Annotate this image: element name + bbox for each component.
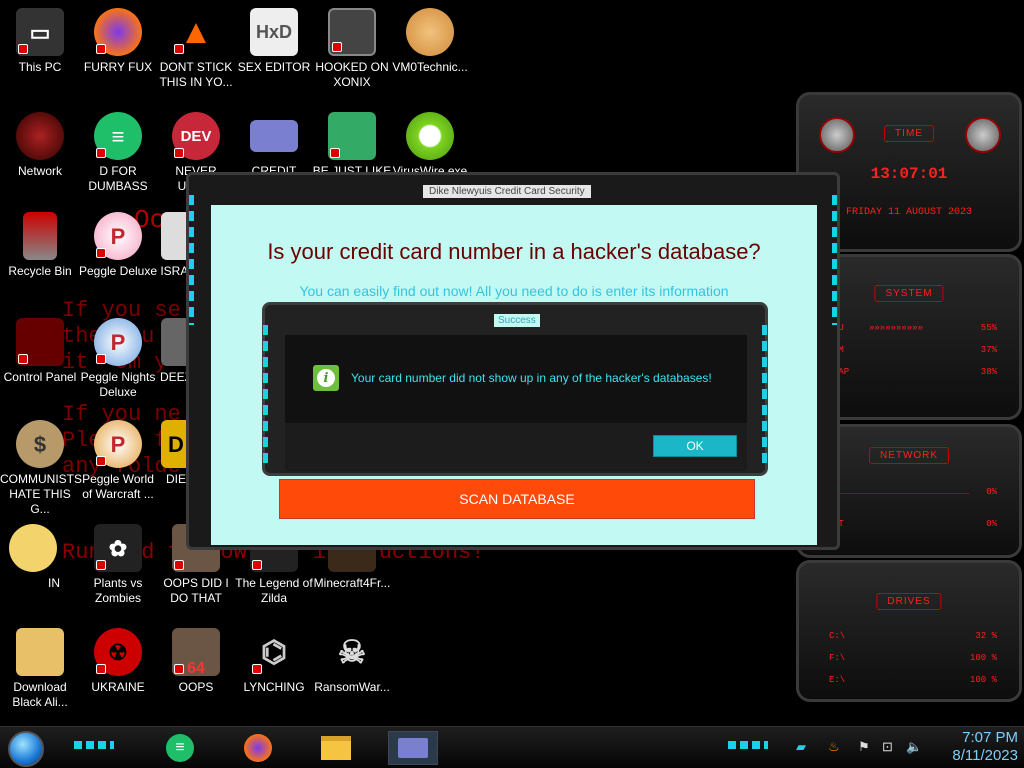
taskbar-credit-card-app[interactable]: [388, 731, 438, 765]
desktop-icon-this-pc[interactable]: ▭ This PC: [0, 8, 80, 75]
show-desktop-icon[interactable]: ▰: [796, 739, 806, 755]
taskbar-green-chat-app[interactable]: ≡: [162, 731, 198, 765]
time-gadget-title: TIME: [884, 125, 934, 142]
peggle-icon: P: [94, 212, 142, 260]
dialog-title: Success: [494, 314, 540, 327]
alien-icon: [819, 117, 855, 153]
peggle-wow-icon: P: [94, 420, 142, 468]
desktop-icon-star-in[interactable]: IN: [0, 524, 66, 591]
info-icon: i: [313, 365, 339, 391]
cartoon-girl-icon: [16, 628, 64, 676]
main-heading: Is your credit card number in a hacker's…: [267, 239, 761, 264]
desktop-icon-sex-editor[interactable]: HxD SEX EDITOR: [234, 8, 314, 75]
folder-icon: [321, 736, 351, 760]
desktop-icon-download-black-ali[interactable]: Download Black Ali...: [0, 628, 80, 710]
window-title: Dike Nlewyuis Credit Card Security: [423, 185, 591, 198]
dialog-footer: OK: [285, 423, 747, 471]
money-bag-icon: $: [16, 420, 64, 468]
java-icon[interactable]: ♨: [828, 739, 840, 755]
desktop-icon-hooked-on-xonix[interactable]: HOOKED ON XONIX: [312, 8, 392, 90]
network-tray-icon[interactable]: ⊡: [882, 739, 893, 755]
desktop-icon-plants-vs-zombies[interactable]: ✿ Plants vs Zombies: [78, 524, 158, 606]
desktop-icon-oops[interactable]: 64 OOPS: [156, 628, 236, 695]
scan-database-button[interactable]: SCAN DATABASE: [279, 479, 755, 519]
skull-icon: ☠: [337, 633, 367, 670]
doctor-icon: [406, 8, 454, 56]
computer-icon: ▭: [16, 8, 64, 56]
desktop-icon-network[interactable]: Network: [0, 112, 80, 179]
radiation-icon: ☢: [94, 628, 142, 676]
flag-icon[interactable]: ⚑: [858, 739, 870, 755]
taskbar: ≡ ▰ ♨ ⚑ ⊡ 🔈 7:07 PM 8/11/2023: [0, 726, 1024, 768]
taskbar-firefox[interactable]: [240, 731, 276, 765]
desktop-icon-communists[interactable]: $ COMMUNISTS HATE THIS G...: [0, 420, 82, 517]
desktop-icon-ukraine[interactable]: ☢ UKRAINE: [78, 628, 158, 695]
desktop-icon-vm0technic[interactable]: VM0Technic...: [390, 8, 470, 75]
network-icon: [16, 112, 64, 160]
devcpp-icon: DEV: [172, 112, 220, 160]
gadget-drives: DRIVES C:\ 32 % F:\ 100 % E:\ 100 %: [796, 560, 1022, 702]
green-chat-icon: ≡: [166, 734, 194, 762]
portrait-64-icon: 64: [172, 628, 220, 677]
desktop-icon-peggle-deluxe[interactable]: P Peggle Deluxe: [78, 212, 158, 279]
firefox-icon: [244, 734, 272, 762]
credit-card-icon: [398, 738, 428, 758]
desktop-icon-peggle-wow[interactable]: P Peggle World of Warcraft ...: [78, 420, 158, 502]
network-gadget-title: NETWORK: [868, 447, 950, 464]
firefox-icon: [94, 8, 142, 56]
star-cartoon-icon: [9, 524, 57, 572]
vlc-cone-icon: ▲: [172, 8, 220, 56]
start-button[interactable]: [8, 731, 44, 767]
clock-date: 8/11/2023: [952, 747, 1018, 764]
drives-gadget-title: DRIVES: [876, 593, 942, 610]
desktop-icon-furry-fux[interactable]: FURRY FUX: [78, 8, 158, 75]
system-gadget-title: SYSTEM: [874, 285, 944, 302]
window-titlebar[interactable]: Dike Nlewyuis Credit Card Security: [213, 183, 819, 201]
lime-icon: [406, 112, 454, 160]
recycle-bin-icon: [23, 212, 57, 260]
desktop-icon-recycle-bin[interactable]: Recycle Bin: [0, 212, 80, 279]
santa-elf-icon: [328, 112, 376, 160]
alien-icon: [965, 117, 1001, 153]
desktop-icon-lynching[interactable]: ⌬ LYNCHING: [234, 628, 314, 695]
taskbar-clock[interactable]: 7:07 PM 8/11/2023: [952, 729, 1018, 765]
dialog-message: Your card number did not show up in any …: [351, 371, 712, 385]
ok-button[interactable]: OK: [653, 435, 737, 457]
desktop-icon-be-just-like[interactable]: BE JUST LIKE: [312, 112, 392, 179]
xonix-icon: [328, 8, 376, 56]
desktop-icon-control-panel[interactable]: Control Panel: [0, 318, 80, 385]
green-chat-icon: ≡: [94, 112, 142, 160]
clock-time: 7:07 PM: [962, 729, 1018, 746]
taskbar-file-explorer[interactable]: [318, 731, 354, 765]
desktop-icon-ransomware[interactable]: ☠ RansomWar...: [312, 628, 392, 695]
desktop-icon-dont-stick[interactable]: ▲ DONT STICK THIS IN YO...: [156, 8, 236, 90]
desktop: Oooo If you se the you it om y If you ne…: [0, 0, 1024, 768]
peggle-nights-icon: P: [94, 318, 142, 366]
desktop-icon-peggle-nights[interactable]: P Peggle Nights Deluxe: [78, 318, 158, 400]
dialog-body: i Your card number did not show up in an…: [285, 335, 747, 423]
knot-icon: ⌬: [250, 628, 298, 676]
volume-icon[interactable]: 🔈: [906, 739, 922, 755]
hex-editor-icon: HxD: [250, 8, 298, 56]
flower-icon: ✿: [94, 524, 142, 572]
main-subheading: You can easily find out now! All you nee…: [299, 283, 729, 299]
desktop-icon-d-for-dumbass[interactable]: ≡ D FOR DUMBASS: [78, 112, 158, 194]
success-dialog: Success i Your card number did not show …: [262, 302, 768, 476]
control-panel-icon: [16, 318, 64, 366]
desktop-icon-viruswire[interactable]: VirusWire.exe: [390, 112, 470, 179]
credit-card-icon: [250, 120, 298, 152]
